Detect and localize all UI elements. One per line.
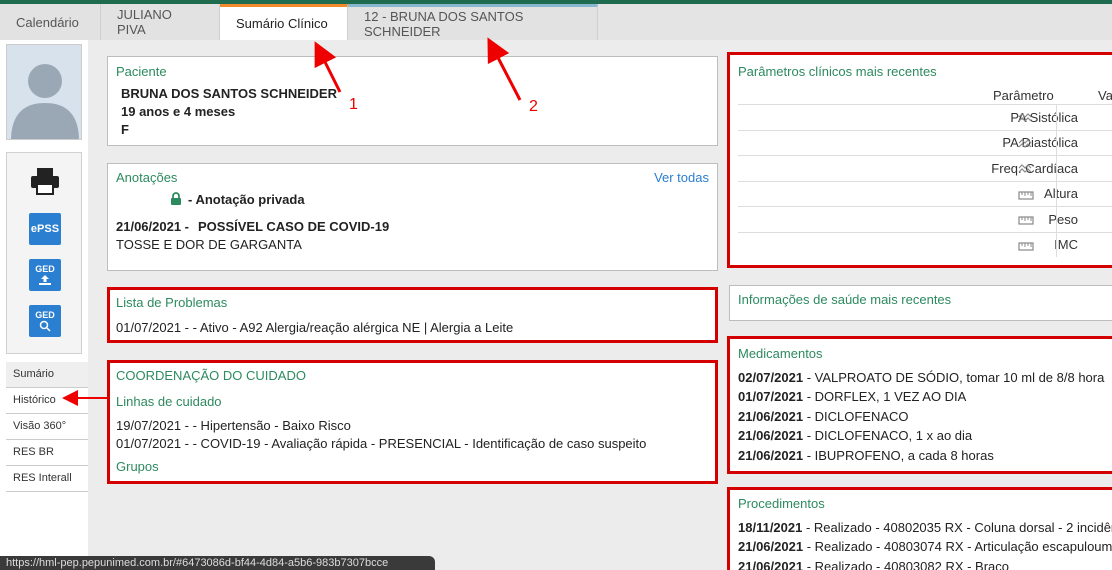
status-bar-url: https://hml-pep.pepunimed.com.br/#647308… [0, 556, 435, 570]
annotation-number-1: 1 [349, 96, 358, 113]
annotation-number-2: 2 [529, 98, 538, 115]
annotation-arrows [62, 37, 522, 406]
